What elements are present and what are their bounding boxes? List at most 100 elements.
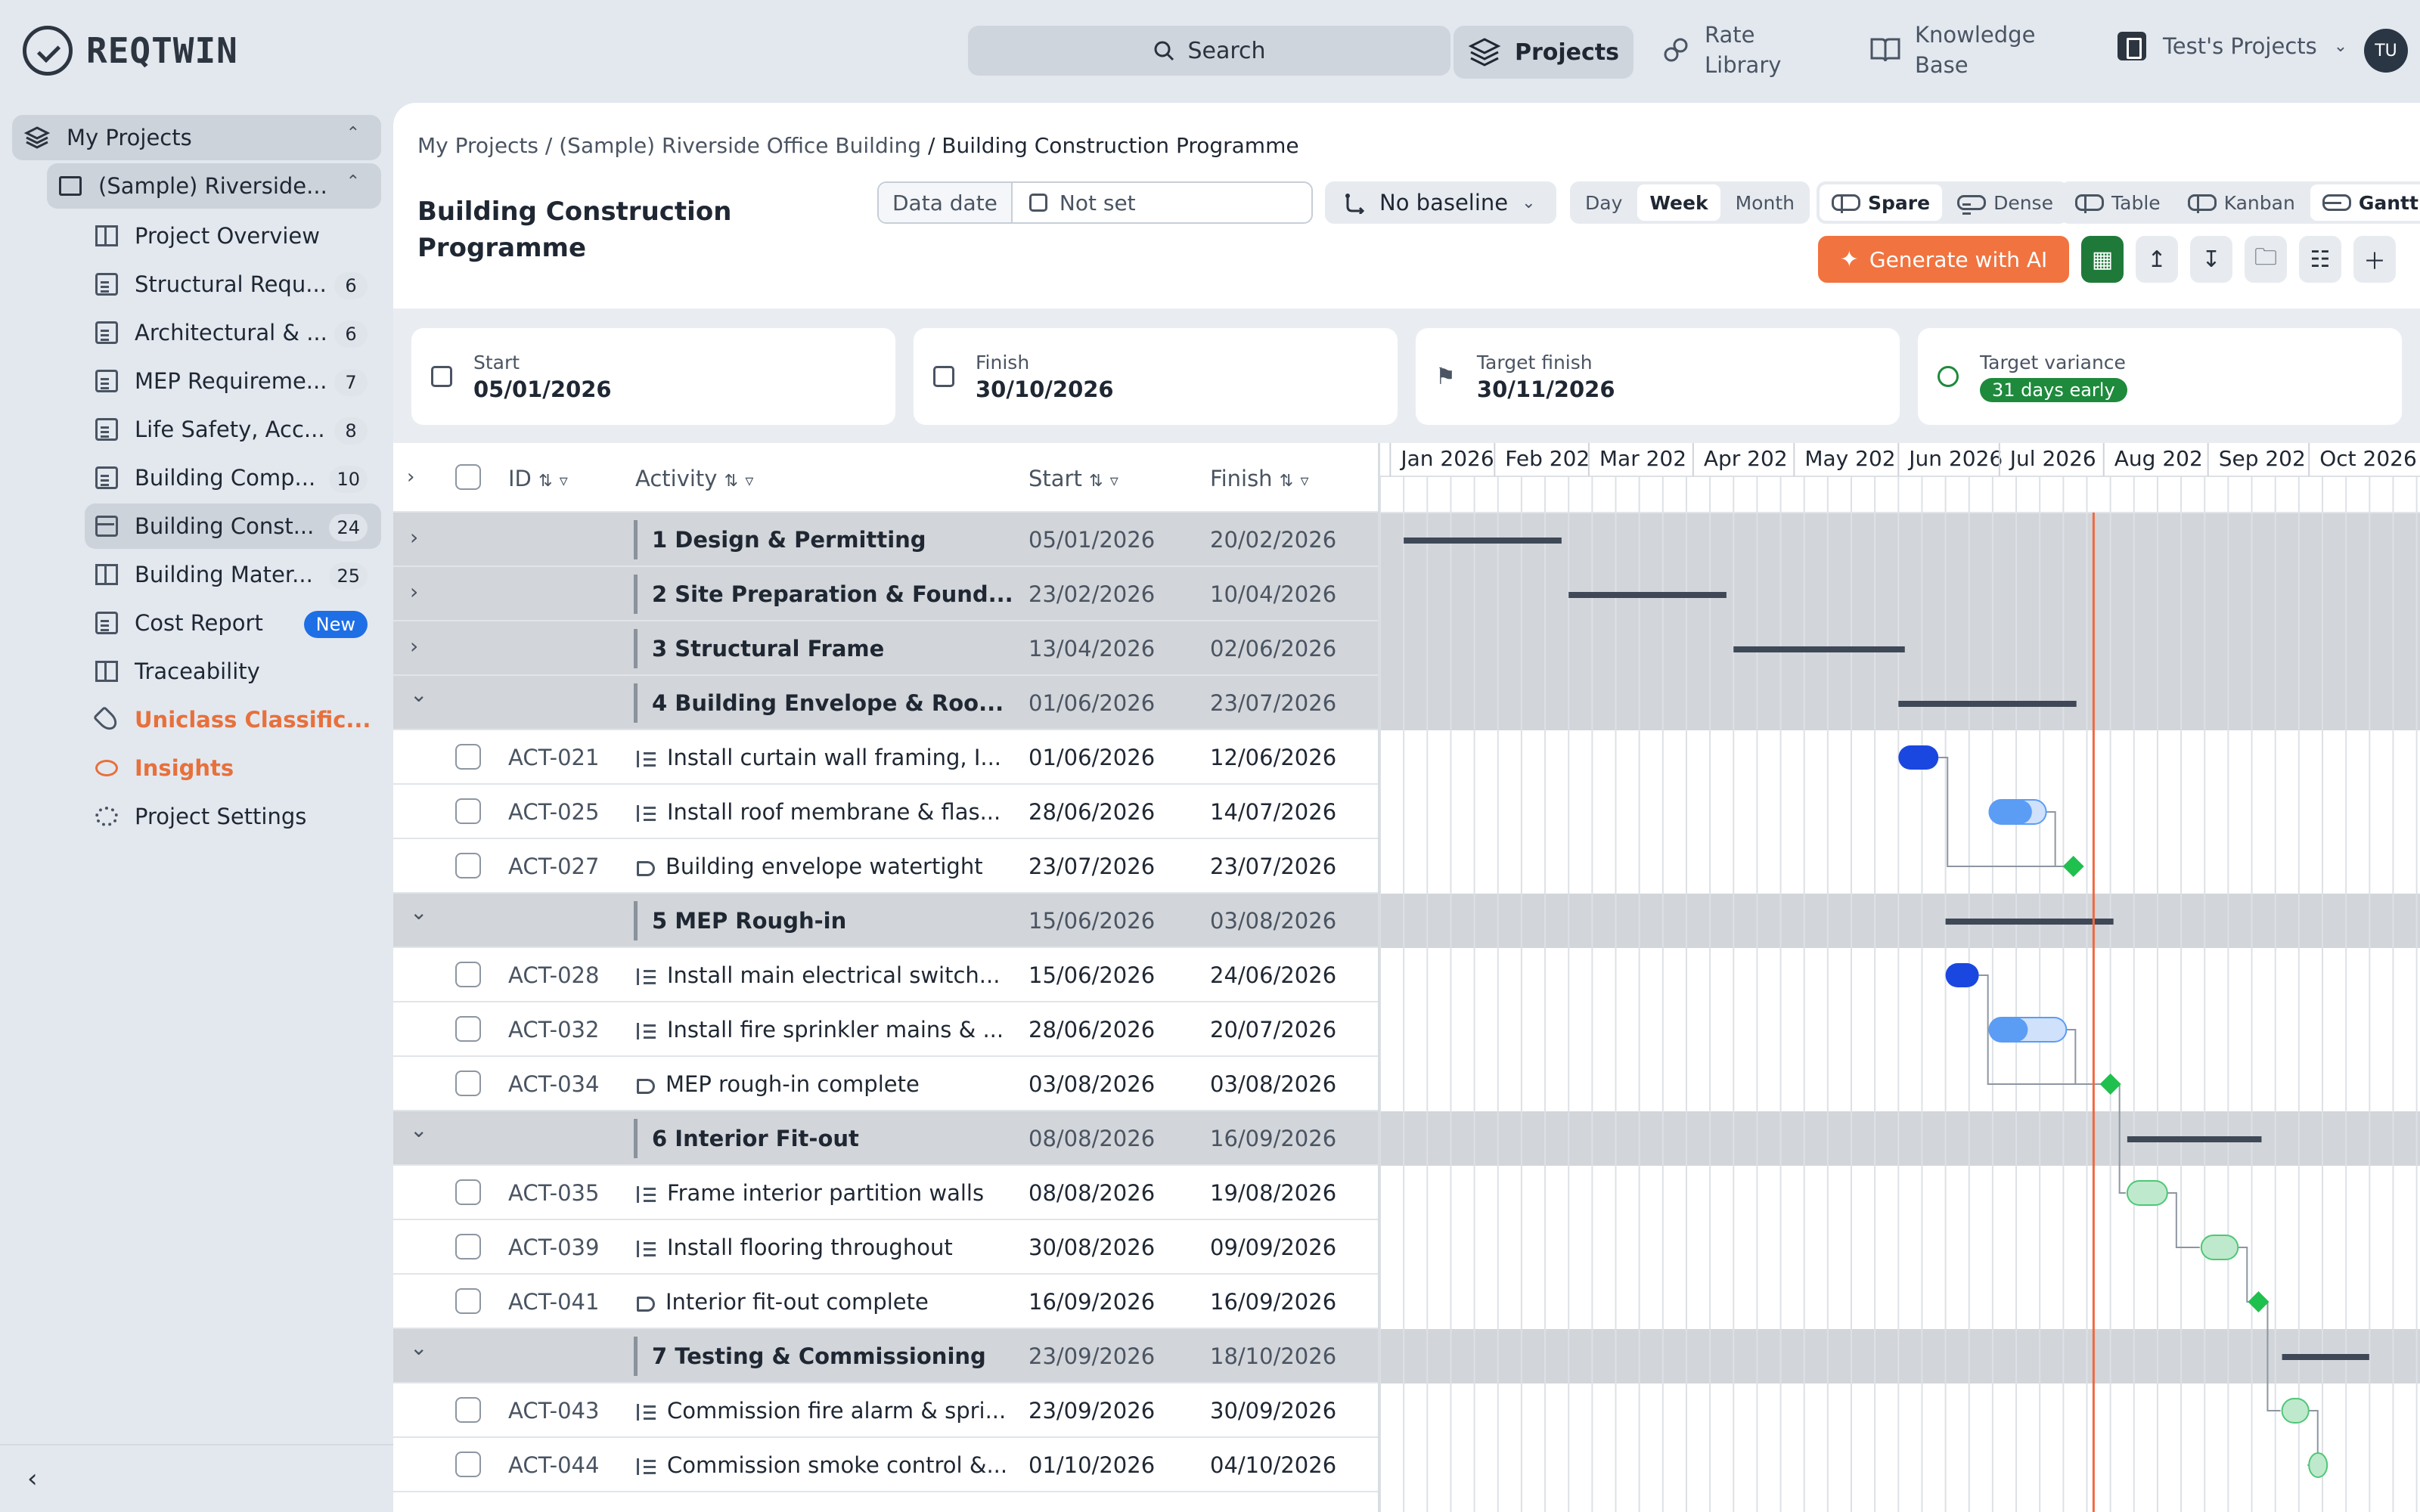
download-button[interactable]: ↧ [2190, 236, 2232, 283]
row-checkbox[interactable] [455, 853, 481, 878]
add-activity-button[interactable]: ＋ [2353, 236, 2396, 283]
sidebar-item-6[interactable]: Building Const... 24 [85, 503, 381, 549]
filter-icon[interactable]: ▿ [745, 472, 753, 491]
breadcrumb-project[interactable]: / (Sample) Riverside Office Building [545, 133, 921, 158]
col-finish[interactable]: Finish ⇅ ▿ [1210, 466, 1308, 491]
chevron-right-icon[interactable]: › [410, 525, 418, 550]
sidebar-item-1[interactable]: Structural Requ... 6 [85, 262, 381, 307]
sidebar-item-11[interactable]: Insights [85, 745, 381, 791]
activity-name: MEP rough-in complete [637, 1071, 920, 1097]
activity-id: ACT-027 [508, 854, 600, 879]
baseline-select[interactable]: No baseline ⌄ [1325, 181, 1556, 224]
sidebar-item-4[interactable]: Life Safety, Acc... 8 [85, 407, 381, 452]
chevron-down-icon[interactable]: ⌄ [410, 1335, 427, 1360]
sidebar-item-8[interactable]: Cost Report New [85, 600, 381, 646]
sidebar-item-label: Architectural & ... [135, 320, 327, 345]
row-checkbox[interactable] [455, 1179, 481, 1205]
schedule-check-button[interactable]: ▦ [2081, 236, 2124, 283]
scale-month[interactable]: Month [1723, 184, 1807, 221]
col-activity[interactable]: Activity ⇅ ▿ [635, 466, 753, 491]
row-checkbox[interactable] [455, 962, 481, 987]
my-projects-label: My Projects [67, 125, 192, 150]
sidebar-item-10[interactable]: Uniclass Classific... [85, 697, 381, 742]
view-table[interactable]: Table [2063, 184, 2173, 221]
projects-nav-button[interactable]: Projects [1454, 26, 1634, 79]
expand-all-icon[interactable]: › [407, 466, 414, 488]
start-date: 23/09/2026 [1028, 1398, 1156, 1424]
filter-icon[interactable]: ▿ [1300, 472, 1308, 491]
sidebar-project[interactable]: (Sample) Riverside... ⌃ [47, 163, 381, 209]
sort-icon[interactable]: ⇅ [1280, 472, 1293, 491]
sidebar-item-badge: 25 [329, 562, 368, 590]
activity-name: Install curtain wall framing, I... [637, 745, 1001, 770]
layers-icon [24, 126, 50, 149]
row-checkbox[interactable] [455, 1288, 481, 1314]
chevron-right-icon[interactable]: › [410, 579, 418, 604]
activity-id: ACT-021 [508, 745, 600, 770]
row-checkbox[interactable] [455, 798, 481, 824]
hierarchy-button[interactable]: ☷ [2299, 236, 2341, 283]
row-checkbox[interactable] [455, 1397, 481, 1423]
chevron-right-icon[interactable]: › [410, 634, 418, 658]
sidebar-item-label: Cost Report [135, 610, 263, 636]
search-button[interactable]: Search [968, 26, 1450, 76]
density-spare[interactable]: Spare [1820, 184, 1943, 221]
col-start[interactable]: Start ⇅ ▿ [1028, 466, 1118, 491]
sort-icon[interactable]: ⇅ [538, 472, 552, 491]
row-checkbox[interactable] [455, 744, 481, 770]
sidebar-item-0[interactable]: Project Overview [85, 213, 381, 259]
dollar-icon [95, 612, 118, 634]
rate-library-nav-button[interactable]: Rate Library [1661, 20, 1781, 80]
finish-date: 23/07/2026 [1210, 690, 1337, 716]
sidebar-my-projects[interactable]: My Projects ⌃ [12, 115, 381, 160]
row-checkbox[interactable] [455, 1016, 481, 1042]
density-dense[interactable]: Dense [1945, 184, 2065, 221]
sidebar-item-2[interactable]: Architectural & ... 6 [85, 310, 381, 355]
chevron-down-icon[interactable]: ⌄ [410, 682, 427, 707]
scale-day[interactable]: Day [1573, 184, 1634, 221]
gantt-month-label: Sep 202 [2219, 446, 2306, 471]
calendar-icon [431, 366, 452, 387]
chevron-down-icon[interactable]: ⌄ [410, 1117, 427, 1142]
user-avatar[interactable]: TU [2364, 29, 2408, 73]
sidebar-item-badge: 6 [334, 321, 368, 348]
view-gantt[interactable]: Gantt [2310, 184, 2420, 221]
activity-id: ACT-034 [508, 1071, 600, 1097]
chevron-down-icon[interactable]: ⌄ [410, 900, 427, 925]
sidebar-item-7[interactable]: Building Mater... 25 [85, 552, 381, 597]
import-folder-button[interactable]: 🗀 [2245, 236, 2287, 283]
col-id[interactable]: ID ⇅ ▿ [508, 466, 568, 491]
gantt-group-bar [1404, 538, 1562, 544]
generate-with-ai-button[interactable]: ✦ Generate with AI [1818, 236, 2069, 283]
app-logo[interactable]: REQTWIN [23, 26, 238, 76]
row-checkbox[interactable] [455, 1070, 481, 1096]
row-checkbox[interactable] [455, 1452, 481, 1477]
filter-icon[interactable]: ▿ [1110, 472, 1118, 491]
collapse-sidebar-icon[interactable]: ‹ [27, 1464, 38, 1494]
gantt-group-bar [1945, 919, 2114, 925]
document-icon [95, 418, 118, 441]
knowledge-base-nav-button[interactable]: Knowledge Base [1869, 20, 2035, 80]
finish-date: 03/08/2026 [1210, 1071, 1337, 1097]
filter-icon[interactable]: ▿ [560, 472, 568, 491]
scale-week[interactable]: Week [1637, 184, 1720, 221]
upload-button[interactable]: ↥ [2136, 236, 2178, 283]
sidebar-item-12[interactable]: Project Settings [85, 794, 381, 839]
sort-icon[interactable]: ⇅ [724, 472, 738, 491]
knowledge-base-label-1: Knowledge [1915, 22, 2036, 48]
view-kanban[interactable]: Kanban [2176, 184, 2307, 221]
breadcrumb-root[interactable]: My Projects [417, 133, 538, 158]
sidebar-item-9[interactable]: Traceability [85, 649, 381, 694]
gear-icon [95, 807, 118, 826]
sort-icon[interactable]: ⇅ [1089, 472, 1103, 491]
select-all-checkbox[interactable] [455, 464, 481, 490]
gantt-group-band [1380, 567, 2420, 621]
sidebar-item-3[interactable]: MEP Requireme... 7 [85, 358, 381, 404]
workspace-switcher[interactable]: Test's Projects ⌄ [2118, 32, 2347, 60]
row-checkbox[interactable] [455, 1234, 481, 1259]
start-date: 01/10/2026 [1028, 1452, 1156, 1478]
start-date: 13/04/2026 [1028, 636, 1156, 662]
activity-name-text: Install main electrical switch... [667, 962, 1001, 988]
data-date-picker[interactable]: Data date Not set [877, 181, 1313, 224]
sidebar-item-5[interactable]: Building Comp... 10 [85, 455, 381, 500]
